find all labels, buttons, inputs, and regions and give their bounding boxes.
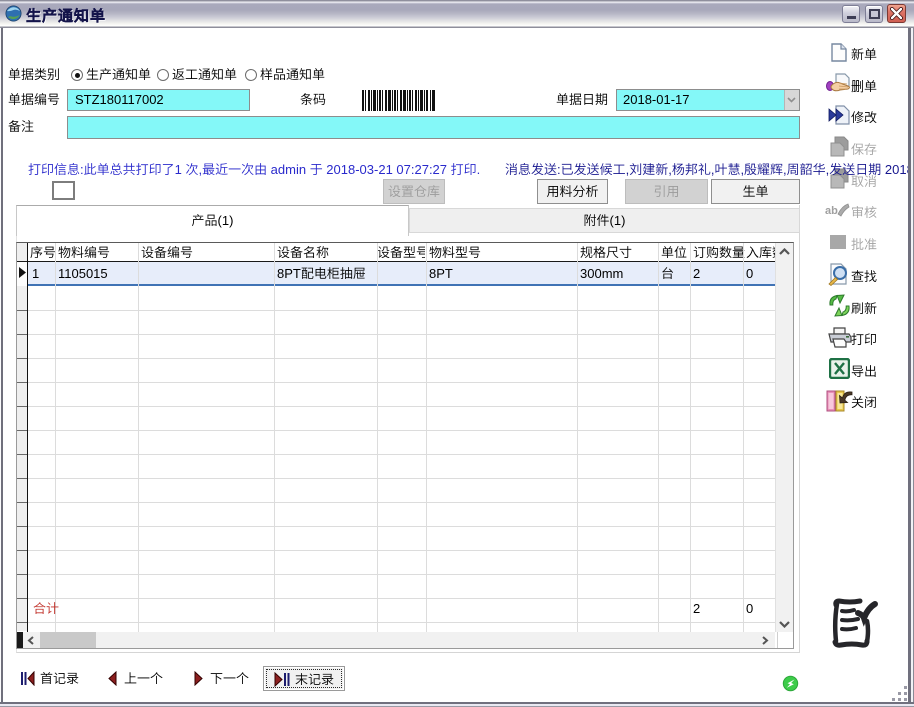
svg-text:ab: ab: [825, 205, 838, 217]
